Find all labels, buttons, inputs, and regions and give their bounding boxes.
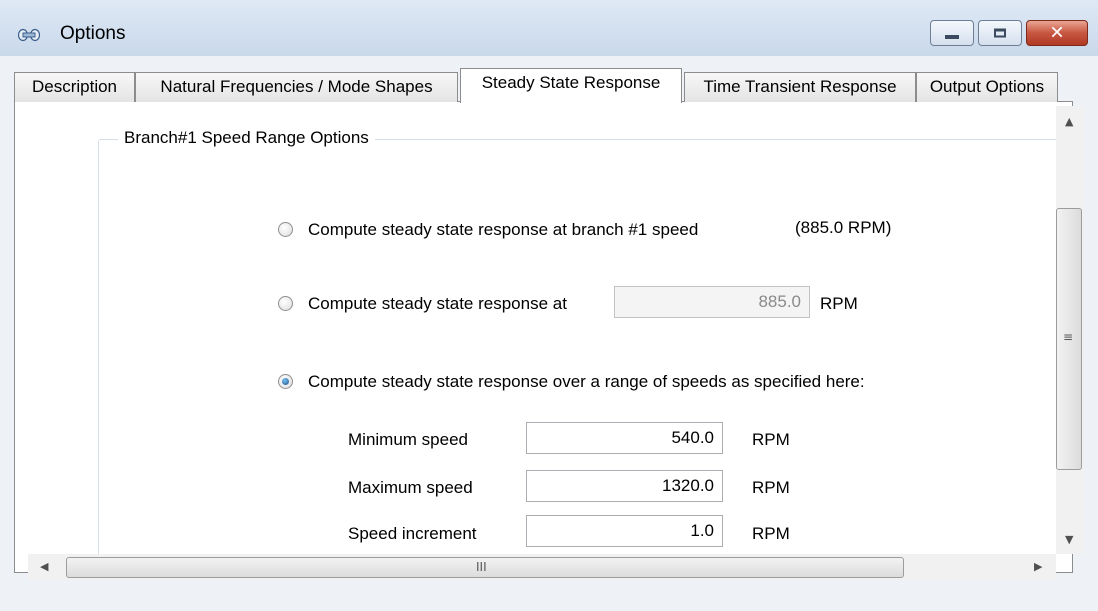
- window-footer: [0, 584, 1098, 611]
- speed-increment-field[interactable]: 1.0: [526, 515, 723, 547]
- scroll-viewport: Branch#1 Speed Range Options Compute ste…: [28, 106, 1056, 554]
- tab-output-options[interactable]: Output Options: [916, 72, 1058, 102]
- max-speed-field[interactable]: 1320.0: [526, 470, 723, 502]
- radio-branch-speed[interactable]: [278, 222, 293, 237]
- min-speed-unit: RPM: [752, 430, 790, 449]
- radio-speed-range[interactable]: [278, 374, 293, 389]
- min-speed-field[interactable]: 540.0: [526, 422, 723, 454]
- speed-increment-label: Speed increment: [348, 524, 477, 543]
- group-title: Branch#1 Speed Range Options: [118, 128, 375, 148]
- options-window: Options ✕ Description Natural Frequencie…: [0, 0, 1098, 611]
- speed-increment-unit: RPM: [752, 524, 790, 543]
- maximize-icon: [994, 28, 1006, 38]
- fixed-speed-field[interactable]: 885.0: [614, 286, 810, 318]
- scroll-right-arrow-icon[interactable]: ▶: [1034, 560, 1042, 573]
- radio-branch-speed-label[interactable]: Compute steady state response at branch …: [308, 220, 698, 240]
- close-button[interactable]: ✕: [1026, 20, 1088, 46]
- branch-speed-note: (885.0 RPM): [795, 218, 892, 237]
- tab-natural-frequencies[interactable]: Natural Frequencies / Mode Shapes: [135, 72, 458, 102]
- maximize-button[interactable]: [978, 20, 1022, 46]
- horizontal-grip-icon: III: [476, 560, 487, 574]
- radio-speed-range-label[interactable]: Compute steady state response over a ran…: [308, 372, 865, 392]
- max-speed-label: Maximum speed: [348, 478, 473, 497]
- minimize-icon: [945, 35, 959, 39]
- tab-time-transient-response[interactable]: Time Transient Response: [684, 72, 916, 102]
- title-bar[interactable]: Options ✕: [0, 0, 1098, 56]
- fixed-speed-unit: RPM: [820, 294, 858, 313]
- tab-description[interactable]: Description: [14, 72, 135, 102]
- close-icon: ✕: [1049, 22, 1065, 44]
- scroll-left-arrow-icon[interactable]: ◀: [40, 560, 48, 573]
- tab-steady-state-response[interactable]: Steady State Response: [460, 68, 682, 103]
- radio-fixed-speed-label[interactable]: Compute steady state response at: [308, 294, 567, 314]
- scroll-down-arrow-icon[interactable]: ▼: [1065, 533, 1073, 546]
- radio-fixed-speed[interactable]: [278, 296, 293, 311]
- scroll-up-arrow-icon[interactable]: ▲: [1065, 115, 1073, 128]
- app-icon: [18, 28, 40, 42]
- max-speed-unit: RPM: [752, 478, 790, 497]
- vertical-grip-icon: ≡: [1063, 330, 1074, 344]
- minimize-button[interactable]: [930, 20, 974, 46]
- min-speed-label: Minimum speed: [348, 430, 468, 449]
- window-title: Options: [60, 23, 126, 44]
